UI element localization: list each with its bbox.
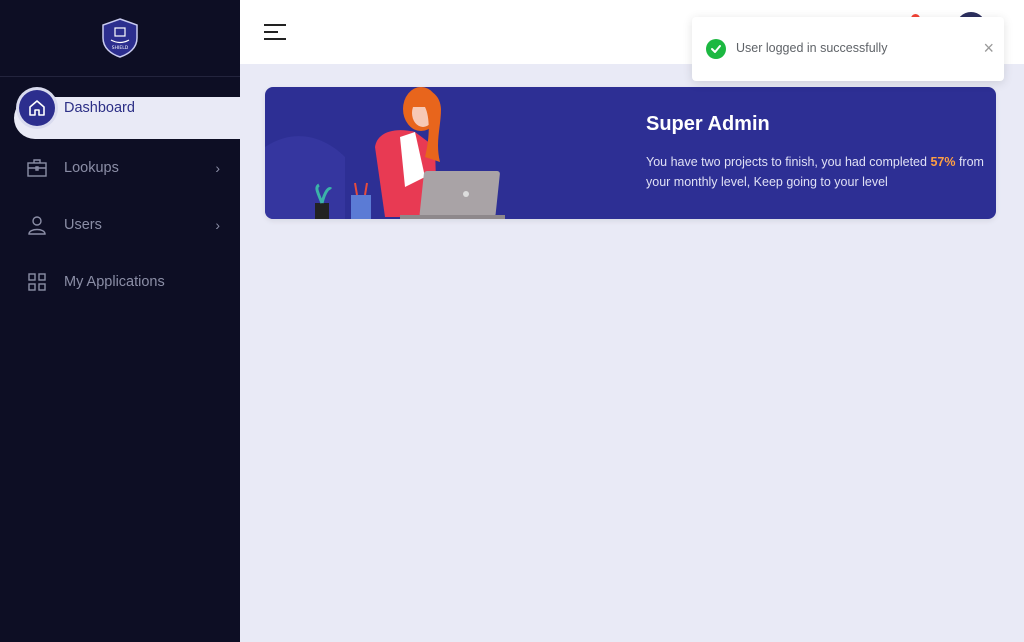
logo-area: SHIELD xyxy=(0,0,240,77)
welcome-banner: Super Admin You have two projects to fin… xyxy=(265,87,996,219)
check-circle-icon xyxy=(706,39,726,59)
close-icon[interactable]: × xyxy=(983,39,994,57)
toast-message: User logged in successfully xyxy=(736,41,888,55)
banner-description: You have two projects to finish, you had… xyxy=(646,152,986,192)
svg-text:SHIELD: SHIELD xyxy=(112,45,129,51)
sidebar-item-label: Lookups xyxy=(64,159,119,176)
banner-title: Super Admin xyxy=(646,113,770,135)
banner-illustration xyxy=(265,87,505,219)
hamburger-icon[interactable] xyxy=(264,24,286,40)
user-icon xyxy=(26,214,48,236)
completion-percent: 57% xyxy=(930,155,956,169)
success-toast: User logged in successfully × xyxy=(692,17,1004,81)
chevron-right-icon: › xyxy=(215,159,220,176)
shield-logo-icon[interactable]: SHIELD xyxy=(101,18,139,58)
sidebar-item-users[interactable]: Users › xyxy=(0,196,240,253)
sidebar-item-label: My Applications xyxy=(64,273,165,290)
sidebar-nav: Dashboard Lookups › Users › My Applicati… xyxy=(0,87,240,310)
sidebar-item-label: Users xyxy=(64,216,102,233)
sidebar-item-dashboard[interactable]: Dashboard xyxy=(0,87,240,129)
sidebar: SHIELD Dashboard Lookups › Users › My Ap… xyxy=(0,0,240,642)
grid-icon xyxy=(26,271,48,293)
sidebar-item-label: Dashboard xyxy=(64,100,135,116)
sidebar-item-lookups[interactable]: Lookups › xyxy=(0,139,240,196)
chevron-right-icon: › xyxy=(215,216,220,233)
home-icon xyxy=(19,90,55,126)
sidebar-item-my-applications[interactable]: My Applications xyxy=(0,253,240,310)
banner-text-part1: You have two projects to finish, you had… xyxy=(646,155,931,169)
briefcase-icon xyxy=(26,157,48,179)
